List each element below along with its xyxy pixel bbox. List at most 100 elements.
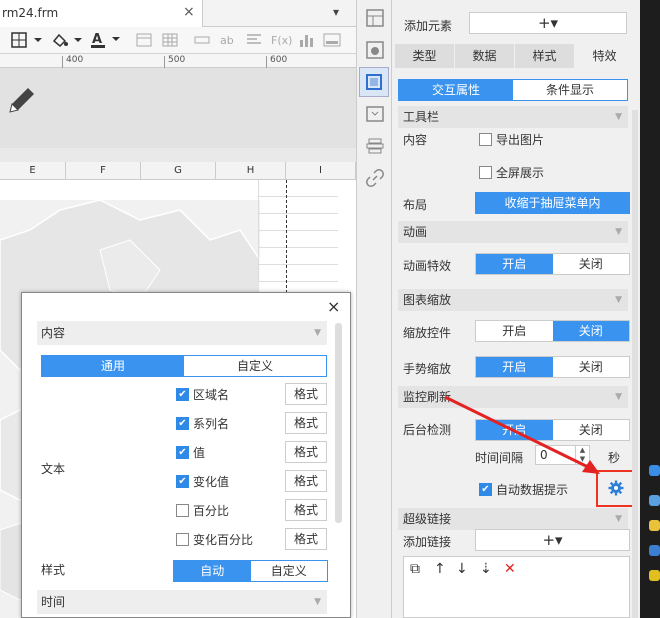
option-series-name[interactable]: ✔ 系列名 [176,413,229,433]
chart-icon[interactable] [298,30,314,50]
svg-text:A: A [92,32,102,47]
format-button[interactable]: 格式 [285,441,327,463]
style-label: 样式 [41,563,66,577]
input-box-icon[interactable] [194,30,210,50]
checkbox-unchecked-icon[interactable] [176,503,189,517]
column-header[interactable]: H [216,162,286,180]
checkbox-unchecked-icon[interactable] [176,532,189,546]
text-icon[interactable]: ab [220,30,234,50]
checkbox-checked-icon[interactable]: ✔ [176,445,189,459]
cell-element-icon[interactable] [359,67,389,97]
option-percent[interactable]: 百分比 [176,500,229,520]
app-tray-icon[interactable] [649,495,660,506]
column-header[interactable]: I [286,162,356,180]
close-tab-icon[interactable]: × [183,4,195,20]
on-button[interactable]: 开启 [476,254,553,274]
gear-icon[interactable] [608,480,624,496]
format-button[interactable]: 格式 [285,412,327,434]
monitor-refresh-section-header[interactable]: 监控刷新 ▼ [398,386,628,408]
option-region-name[interactable]: ✔ 区域名 [176,384,229,404]
border-icon[interactable] [10,30,44,50]
delete-icon[interactable]: ✕ [504,561,516,577]
option-change-percent[interactable]: 变化百分比 [176,529,253,549]
option-label: 变化值 [193,474,230,489]
layout-drawer-button[interactable]: 收缩于抽屉菜单内 [475,192,630,214]
interval-stepper[interactable]: 0 ▲ ▼ [535,445,590,465]
merge-icon[interactable] [136,30,152,50]
app-tray-icon[interactable] [649,545,660,556]
link-list[interactable]: ⧉ ↑ ↓ ⇣ ✕ [403,556,630,618]
hyperlink-section-header[interactable]: 超级链接 ▼ [398,508,628,530]
image-icon[interactable] [323,30,341,50]
fill-color-icon[interactable] [50,30,84,50]
checkbox-checked-icon[interactable]: ✔ [176,474,189,488]
toolbar-section-header[interactable]: 工具栏 ▼ [398,106,628,128]
off-button[interactable]: 关闭 [552,321,629,341]
zoom-section-header[interactable]: 图表缩放 ▼ [398,289,628,311]
pencil-icon[interactable] [6,84,36,118]
layer-stack-icon[interactable] [365,136,385,156]
app-tray-icon[interactable] [649,570,660,581]
dropdown-widget-icon[interactable] [365,104,385,124]
add-link-button[interactable]: +▾ [475,529,630,551]
panel-scrollbar[interactable] [632,110,638,618]
close-icon[interactable]: × [327,297,340,316]
export-image-option[interactable]: 导出图片 [479,131,544,148]
tab-effects[interactable]: 特效 [575,44,635,68]
on-button[interactable]: 开启 [476,321,553,341]
tab-type[interactable]: 类型 [395,44,455,68]
fullscreen-option[interactable]: 全屏展示 [479,164,544,181]
format-button[interactable]: 格式 [285,528,327,550]
scrollbar[interactable] [335,323,342,523]
column-header[interactable]: G [141,162,216,180]
zoom-control-label: 缩放控件 [403,326,452,340]
format-button[interactable]: 格式 [285,383,327,405]
widget-settings-icon[interactable] [365,8,385,28]
content-section-header[interactable]: 内容 ▼ [37,321,327,345]
tab-menu-icon[interactable]: ▾ [333,5,339,19]
style-auto-button[interactable]: 自动 [174,561,251,581]
app-tray-icon[interactable] [649,465,660,476]
tab-style[interactable]: 样式 [515,44,575,68]
align-icon[interactable] [246,30,262,50]
chart-settings-icon[interactable] [365,40,385,60]
auto-data-tip-option[interactable]: ✔ 自动数据提示 [479,481,568,498]
option-value[interactable]: ✔ 值 [176,442,205,462]
checkbox-checked-icon[interactable]: ✔ [479,483,492,496]
link-icon[interactable] [365,168,385,188]
tab-data[interactable]: 数据 [455,44,515,68]
checkbox-unchecked-icon[interactable] [479,166,492,179]
option-label: 百分比 [193,503,230,518]
app-tray-icon[interactable] [649,520,660,531]
tab-general[interactable]: 通用 [42,356,184,376]
copy-icon[interactable]: ⧉ [410,561,420,577]
move-up-icon[interactable]: ↑ [434,561,446,577]
tab-condition-display[interactable]: 条件显示 [513,80,627,100]
file-tab[interactable]: rm24.frm × [0,0,203,27]
checkbox-checked-icon[interactable]: ✔ [176,387,189,401]
on-button[interactable]: 开启 [476,357,553,377]
sort-icon[interactable]: ⇣ [480,561,492,577]
column-header[interactable]: E [0,162,66,180]
tab-custom[interactable]: 自定义 [184,356,326,376]
off-button[interactable]: 关闭 [552,254,629,274]
add-element-button[interactable]: +▾ [469,12,627,34]
style-custom-button[interactable]: 自定义 [250,561,327,581]
animation-section-header[interactable]: 动画 ▼ [398,221,628,243]
tab-interaction[interactable]: 交互属性 [399,80,513,100]
checkbox-checked-icon[interactable]: ✔ [176,416,189,430]
off-button[interactable]: 关闭 [552,357,629,377]
format-button[interactable]: 格式 [285,470,327,492]
move-down-icon[interactable]: ↓ [456,561,468,577]
formula-icon[interactable]: F(x) [271,30,292,50]
option-change-value[interactable]: ✔ 变化值 [176,471,229,491]
format-button[interactable]: 格式 [285,499,327,521]
font-color-icon[interactable]: A [90,30,124,50]
time-section-header[interactable]: 时间 ▼ [37,590,327,614]
table-icon[interactable] [162,30,178,50]
checkbox-unchecked-icon[interactable] [479,133,492,146]
off-button[interactable]: 关闭 [552,420,629,440]
column-header[interactable]: F [66,162,141,180]
on-button[interactable]: 开启 [476,420,553,440]
stepper-arrows-icon[interactable]: ▲ ▼ [575,446,589,464]
